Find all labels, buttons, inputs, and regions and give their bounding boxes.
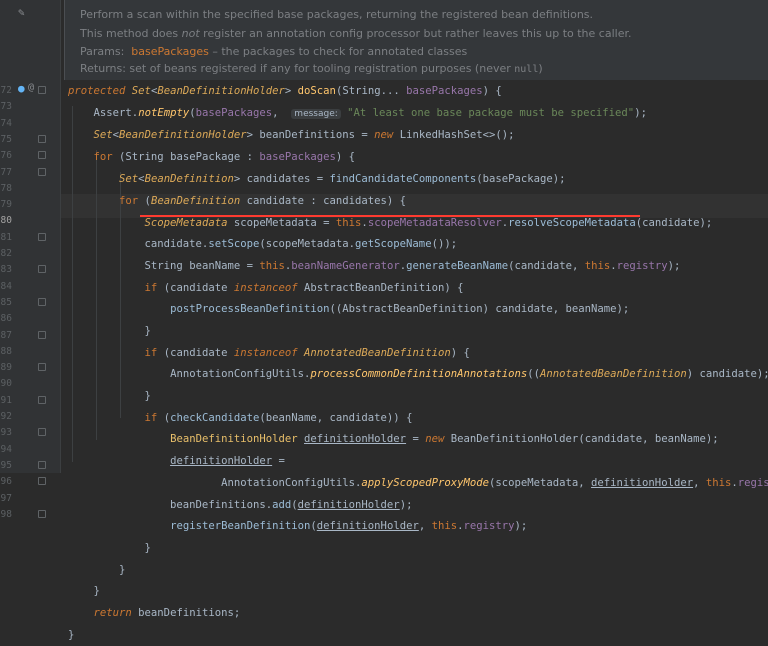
code-line-97[interactable]: }: [68, 624, 74, 646]
code-line-77[interactable]: for (BeanDefinition candidate : candidat…: [68, 190, 406, 212]
usages-icon[interactable]: @: [28, 82, 34, 93]
code-line-82[interactable]: postProcessBeanDefinition((AbstractBeanD…: [68, 298, 629, 320]
code-line-78[interactable]: ScopeMetadata scopeMetadata = this.scope…: [68, 212, 713, 234]
fold-marker[interactable]: [38, 509, 46, 518]
fold-marker[interactable]: [38, 395, 46, 404]
override-icon[interactable]: ●: [18, 82, 25, 95]
code-line-95[interactable]: }: [68, 580, 100, 602]
doc-note: This method does not register an annotat…: [80, 27, 632, 40]
param-hint-message: message:: [291, 109, 341, 119]
fold-marker[interactable]: [38, 363, 46, 372]
edit-doc-icon[interactable]: ✎: [18, 6, 25, 19]
fold-marker[interactable]: [38, 477, 46, 486]
code-line-74[interactable]: Set<BeanDefinitionHolder> beanDefinition…: [68, 124, 515, 146]
doc-summary: Perform a scan within the specified base…: [80, 8, 594, 21]
code-line-92[interactable]: registerBeanDefinition(definitionHolder,…: [68, 515, 527, 537]
fold-marker[interactable]: [38, 167, 46, 176]
fold-marker[interactable]: [38, 297, 46, 306]
code-line-87[interactable]: if (checkCandidate(beanName, candidate))…: [68, 407, 413, 429]
fold-marker[interactable]: [38, 134, 46, 143]
code-line-76[interactable]: Set<BeanDefinition> candidates = findCan…: [68, 168, 566, 190]
code-line-91[interactable]: beanDefinitions.add(definitionHolder);: [68, 494, 412, 516]
fold-marker[interactable]: [38, 460, 46, 469]
fold-marker[interactable]: [38, 86, 46, 94]
code-line-89[interactable]: definitionHolder =: [68, 450, 285, 472]
code-line-88[interactable]: BeanDefinitionHolder definitionHolder = …: [68, 428, 719, 450]
fold-marker[interactable]: [38, 265, 46, 274]
doc-returns: Returns: set of beans registered if any …: [80, 62, 543, 75]
code-line-86[interactable]: }: [68, 385, 151, 407]
code-line-84[interactable]: if (candidate instanceof AnnotatedBeanDe…: [68, 342, 470, 364]
code-line-80[interactable]: String beanName = this.beanNameGenerator…: [68, 255, 681, 277]
code-line-83[interactable]: }: [68, 320, 151, 342]
fold-marker[interactable]: [38, 330, 46, 339]
gutter-separator: [60, 0, 61, 473]
code-line-94[interactable]: }: [68, 559, 125, 581]
code-line-75[interactable]: for (String basePackage : basePackages) …: [68, 146, 356, 168]
code-line-73[interactable]: Assert.notEmpty(basePackages, message: "…: [68, 102, 647, 124]
assert-message-string: "At least one base package must be speci…: [347, 107, 635, 119]
line-number: 98: [0, 508, 12, 520]
doc-params: Params: basePackages – the packages to c…: [80, 45, 468, 58]
fold-marker[interactable]: [38, 428, 46, 437]
code-line-81[interactable]: if (candidate instanceof AbstractBeanDef…: [68, 277, 464, 299]
code-line-79[interactable]: candidate.setScope(scopeMetadata.getScop…: [68, 233, 458, 255]
code-line-93[interactable]: }: [68, 537, 151, 559]
code-line-72[interactable]: protected Set<BeanDefinitionHolder> doSc…: [68, 80, 502, 102]
code-line-96[interactable]: return beanDefinitions;: [68, 602, 241, 624]
fold-marker[interactable]: [38, 151, 46, 160]
code-line-90[interactable]: AnnotationConfigUtils.applyScopedProxyMo…: [68, 472, 768, 494]
code-line-85[interactable]: AnnotationConfigUtils.processCommonDefin…: [68, 363, 768, 385]
fold-marker[interactable]: [38, 232, 46, 241]
